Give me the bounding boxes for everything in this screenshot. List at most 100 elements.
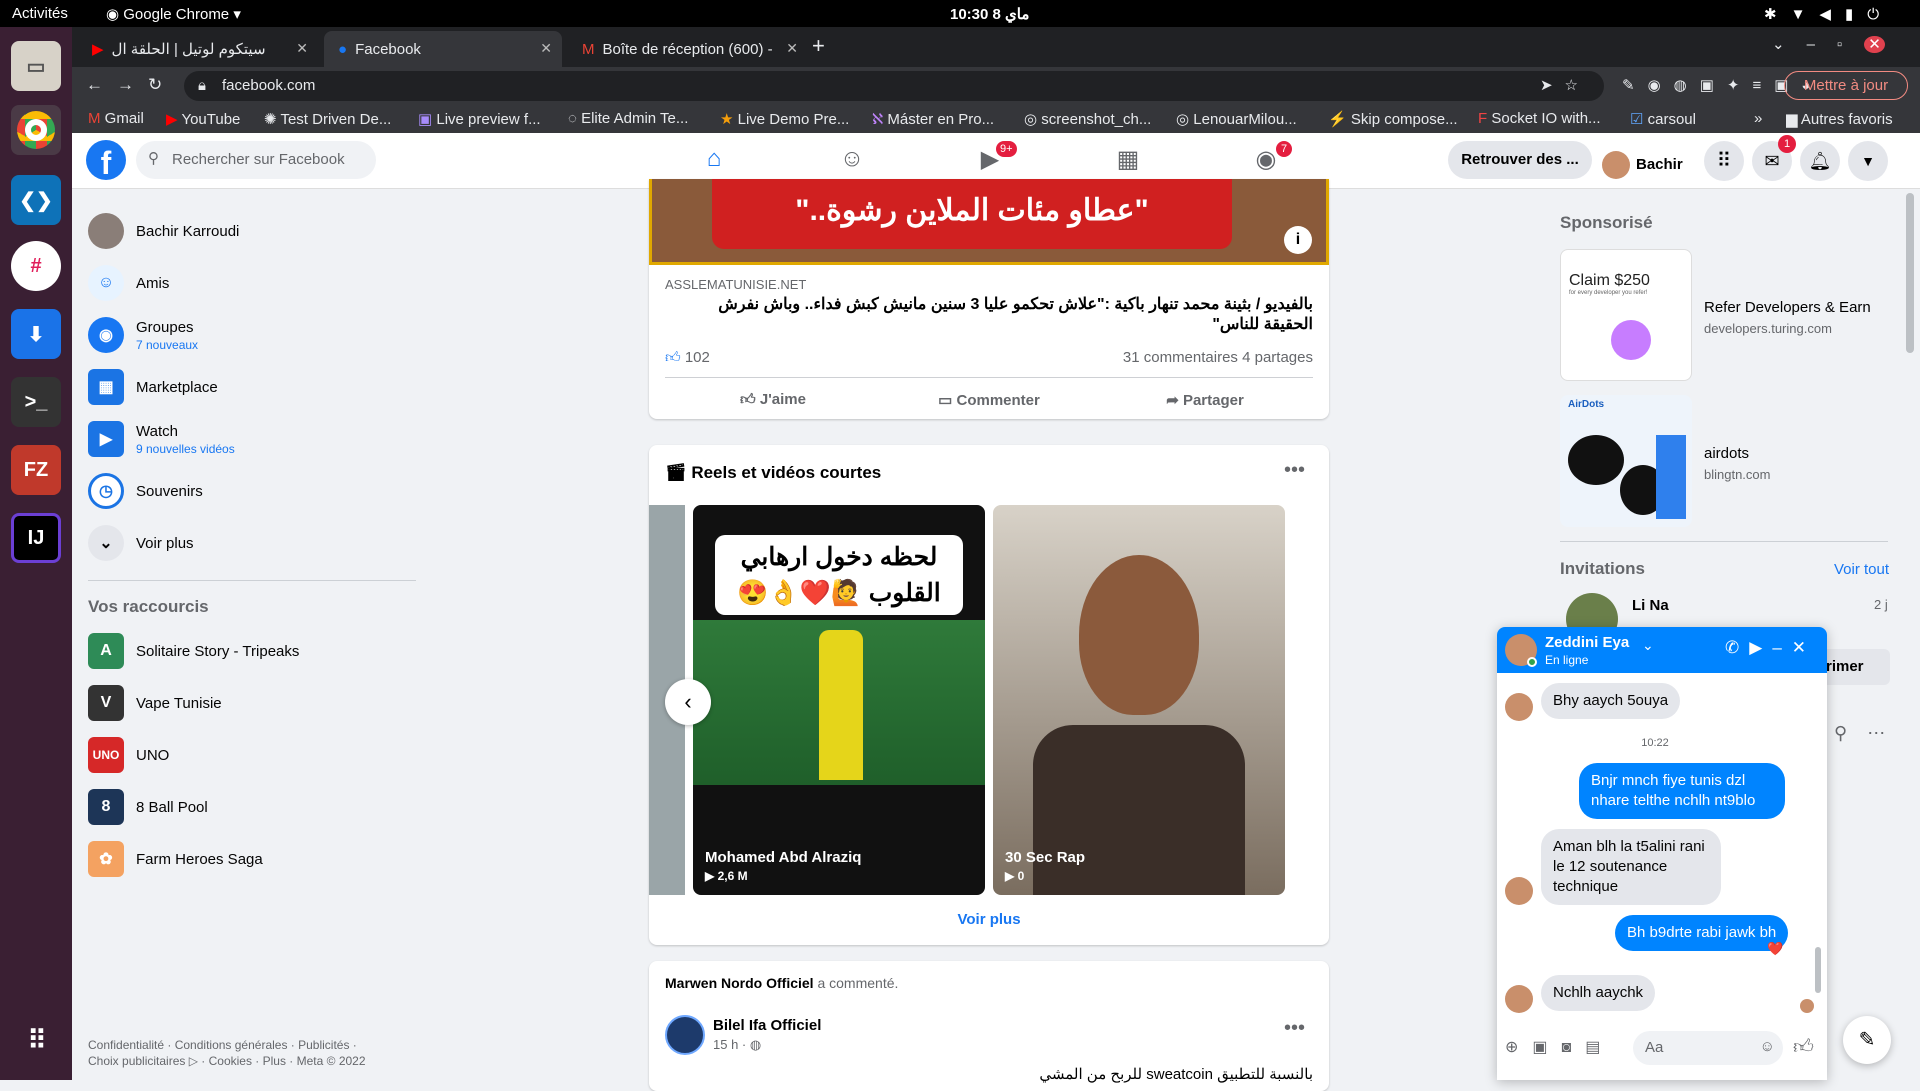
shortcut-item[interactable]: A Solitaire Story - Tripeaks	[88, 627, 418, 675]
chrome-dock-icon[interactable]	[11, 105, 61, 155]
chevron-down-icon[interactable]: ⌄	[1642, 637, 1654, 654]
close-tab-icon[interactable]: ✕	[296, 40, 308, 57]
tab-youtube[interactable]: ▶ سيتكوم لوتيل | الحلقة ال ✕	[78, 31, 318, 67]
reel-card[interactable]: لحظه دخول ارهابي القلوب 🙋❤️👌😍 Mohamed Ab…	[693, 505, 985, 895]
post-stats[interactable]: 31 commentaires 4 partages	[1123, 349, 1313, 366]
terminal-icon[interactable]: >_	[11, 377, 61, 427]
clock[interactable]: 10:30 8 ماي	[950, 5, 1029, 23]
composer-actions[interactable]: ⊕▣◙▤	[1505, 1037, 1614, 1057]
account-chevron-icon[interactable]: ▼	[1848, 141, 1888, 181]
sticker-icon[interactable]: ◙	[1562, 1039, 1586, 1056]
thumbs-up-icon[interactable]: 👍︎	[1793, 1035, 1814, 1059]
share-star-icons[interactable]: ➤☆	[1540, 76, 1590, 94]
system-tray-icons[interactable]: ✱▼◀▮⏻	[1764, 5, 1893, 23]
nav-profile[interactable]: Bachir Karroudi	[88, 207, 418, 255]
page-scrollbar[interactable]	[1906, 193, 1914, 353]
update-button[interactable]: Mettre à jour	[1784, 71, 1908, 100]
phone-icon[interactable]: ✆	[1725, 638, 1749, 657]
nav-buttons[interactable]: ←→↻	[86, 75, 176, 95]
files-icon[interactable]: ▭	[11, 41, 61, 91]
find-friends-button[interactable]: Retrouver des ...	[1448, 141, 1592, 179]
shortcut-item[interactable]: UNO UNO	[88, 731, 418, 779]
bookmark-item[interactable]: ▣ Live preview f...	[418, 110, 558, 128]
reaction-count[interactable]: 👍︎ 102	[665, 349, 710, 367]
new-message-button[interactable]: ✎	[1843, 1016, 1891, 1064]
intellij-icon[interactable]: IJ	[11, 513, 61, 563]
post-link-title[interactable]: بالفيديو / بثينة محمد تنهار باكية :"علاش…	[665, 295, 1313, 335]
new-tab-button[interactable]: +	[812, 33, 825, 59]
footer-links[interactable]: Confidentialité · Conditions générales ·…	[88, 1037, 366, 1069]
bookmark-item[interactable]: ℵ Máster en Pro...	[872, 110, 1012, 128]
facebook-logo[interactable]: f	[86, 140, 126, 181]
filezilla-icon[interactable]: FZ	[11, 445, 61, 495]
app-menu[interactable]: ◉ Google Chrome ▾	[106, 5, 241, 23]
nav-memories[interactable]: ◷ Souvenirs	[88, 467, 418, 515]
bookmark-item[interactable]: ⚡ Skip compose...	[1328, 110, 1468, 128]
invitations-see-all[interactable]: Voir tout	[1834, 561, 1889, 578]
bookmark-item[interactable]: ☑ carsoul	[1630, 110, 1730, 128]
nav-watch[interactable]: ▶ Watch 9 nouvelles vidéos	[88, 415, 418, 463]
shortcut-item[interactable]: ✿ Farm Heroes Saga	[88, 835, 418, 883]
groups-tab[interactable]: ◉ 7	[1204, 141, 1328, 174]
profile-button[interactable]: Bachir	[1602, 141, 1683, 179]
friends-tab[interactable]: ☺	[790, 145, 914, 173]
notifications-bell-icon[interactable]: 🔔︎	[1800, 141, 1840, 181]
messenger-icon[interactable]: ✉ 1	[1752, 135, 1796, 181]
shortcut-item[interactable]: V Vape Tunisie	[88, 679, 418, 727]
invitation-name[interactable]: Li Na	[1632, 597, 1669, 614]
show-apps-icon[interactable]: ⠿	[11, 1015, 61, 1065]
nav-groups[interactable]: ◉ Groupes 7 nouveaux	[88, 311, 418, 359]
tab-gmail[interactable]: M Boîte de réception (600) - ✕	[568, 31, 808, 67]
ad-item[interactable]: AirDots airdots blingtn.com	[1560, 395, 1890, 527]
bookmark-item[interactable]: ★ Live Demo Pre...	[720, 110, 855, 128]
transmission-icon[interactable]: ⬇	[11, 309, 61, 359]
bookmark-item[interactable]: ◎ LenouarMilou...	[1176, 110, 1316, 128]
bookmark-item[interactable]: ◌ Elite Admin Te...	[568, 110, 703, 127]
emoji-icon[interactable]: ☺	[1760, 1038, 1775, 1055]
message-input[interactable]: Aa ☺	[1633, 1031, 1783, 1065]
nav-see-more[interactable]: ⌄ Voir plus	[88, 519, 418, 567]
more-options-icon[interactable]: •••	[1284, 1017, 1305, 1040]
bookmark-item[interactable]: ✺ Test Driven De...	[264, 110, 399, 128]
contacts-tools[interactable]: ⚲⋯	[1834, 723, 1905, 744]
omnibox[interactable]: 🔒︎ facebook.com ➤☆	[184, 71, 1604, 101]
plus-circle-icon[interactable]: ⊕	[1505, 1039, 1532, 1056]
post-time[interactable]: 15 h · ◍	[713, 1037, 761, 1053]
close-tab-icon[interactable]: ✕	[540, 40, 552, 57]
watch-tab[interactable]: ▶ 9+	[928, 141, 1052, 174]
close-icon[interactable]: ✕	[1792, 638, 1816, 657]
bookmarks-overflow[interactable]: »	[1754, 110, 1762, 127]
menu-grid-icon[interactable]: ⠿	[1704, 141, 1744, 181]
vscode-icon[interactable]: ❮❯	[11, 175, 61, 225]
comment-button[interactable]: ▭ Commenter	[881, 391, 1097, 409]
page-name[interactable]: Bilel Ifa Officiel	[713, 1017, 821, 1034]
reels-see-more[interactable]: Voir plus	[649, 911, 1329, 928]
reel-card[interactable]: 30 Sec Rap ▶ 0	[993, 505, 1285, 895]
bookmark-item[interactable]: F Socket IO with...	[1478, 110, 1618, 127]
ad-item[interactable]: Claim $250 for every developer you refer…	[1560, 249, 1890, 381]
tab-facebook[interactable]: ● Facebook ✕	[324, 31, 562, 67]
chat-header[interactable]: Zeddini Eya En ligne ⌄ ✆▶–✕	[1497, 627, 1827, 673]
video-icon[interactable]: ▶	[1749, 638, 1772, 657]
chat-contact-name[interactable]: Zeddini Eya	[1545, 634, 1629, 651]
minimize-icon[interactable]: –	[1772, 638, 1791, 657]
more-options-icon[interactable]: •••	[1284, 459, 1305, 482]
reels-prev-button[interactable]: ‹	[665, 679, 711, 725]
close-tab-icon[interactable]: ✕	[786, 40, 798, 57]
info-icon[interactable]: i	[1284, 226, 1312, 254]
marketplace-tab[interactable]: ▦	[1066, 145, 1190, 174]
share-button[interactable]: ➦ Partager	[1097, 391, 1313, 409]
nav-marketplace[interactable]: ▦ Marketplace	[88, 363, 418, 411]
window-controls[interactable]: ⌄–▫ ✕	[1772, 35, 1885, 53]
chat-scrollbar[interactable]	[1815, 947, 1821, 993]
shortcut-item[interactable]: 88 Ball Pool	[88, 783, 418, 831]
like-button[interactable]: 👍︎ J'aime	[665, 391, 881, 409]
bookmark-item[interactable]: ◎ screenshot_ch...	[1024, 110, 1164, 128]
gif-icon[interactable]: ▤	[1585, 1039, 1614, 1056]
chat-actions[interactable]: ✆▶–✕	[1725, 638, 1816, 658]
slack-icon[interactable]: #	[11, 241, 61, 291]
search-input[interactable]: ⚲ Rechercher sur Facebook	[136, 141, 376, 179]
page-avatar[interactable]	[665, 1015, 705, 1055]
nav-friends[interactable]: ☺ Amis	[88, 259, 418, 307]
post-image[interactable]: "عطاو مئات الملاين رشوة.." i	[649, 179, 1329, 265]
